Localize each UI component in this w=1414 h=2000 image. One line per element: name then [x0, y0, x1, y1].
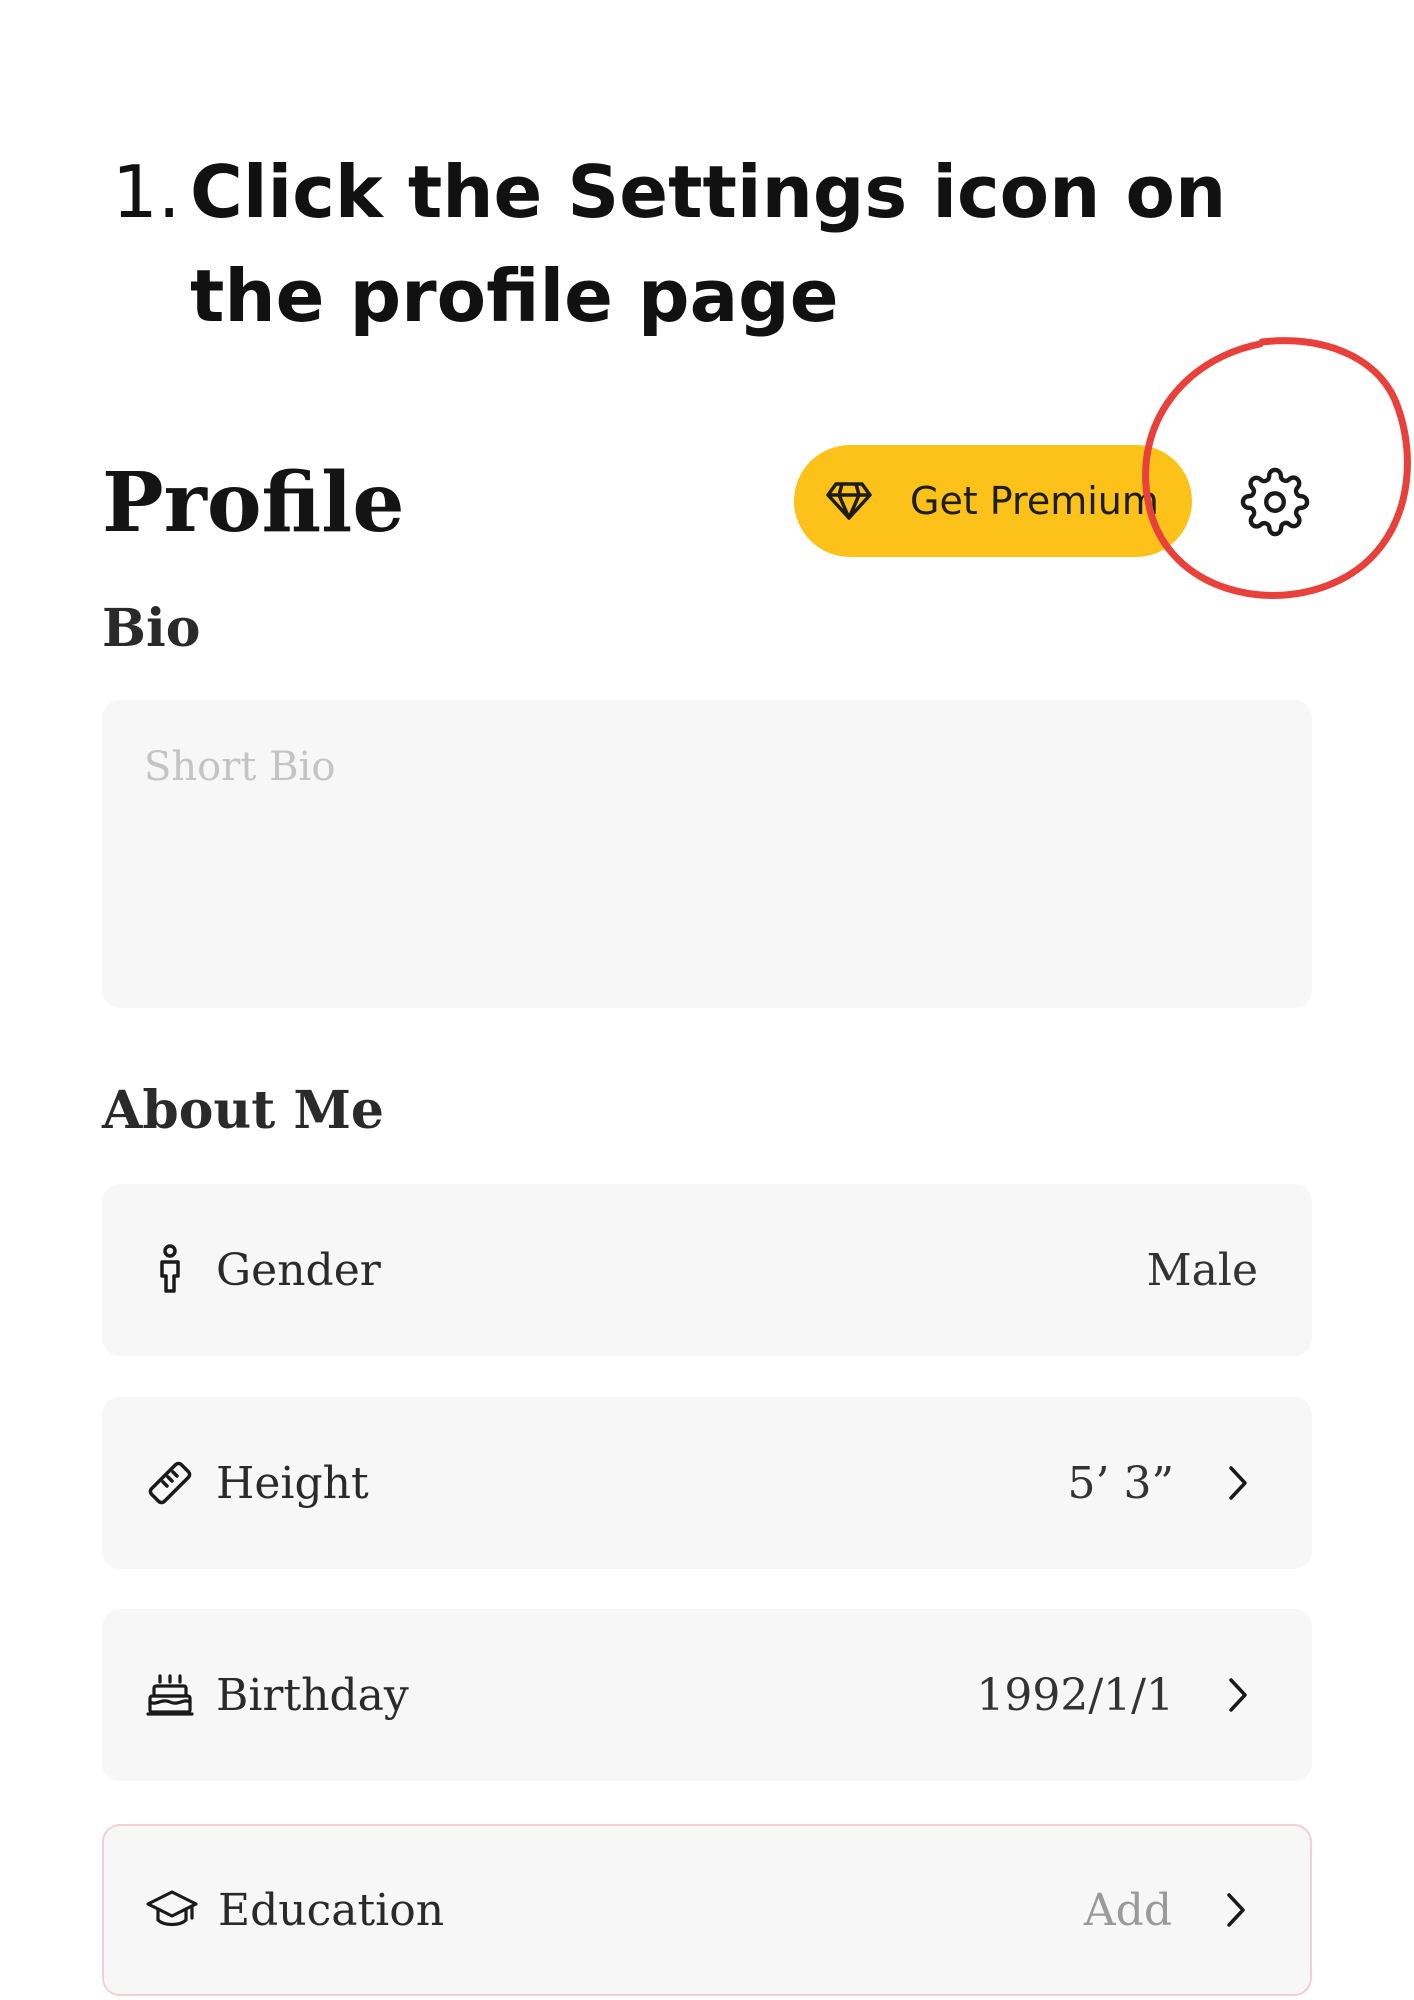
get-premium-button[interactable]: Get Premium — [794, 445, 1192, 557]
height-value: 5’ 3” — [1067, 1457, 1174, 1509]
instruction-text: Click the Settings icon on the profile p… — [190, 150, 1227, 338]
instruction-number: 1. — [112, 150, 181, 234]
height-label: Height — [216, 1457, 369, 1509]
person-icon — [144, 1244, 196, 1296]
birthday-label: Birthday — [216, 1669, 409, 1721]
about-me-section-label: About Me — [102, 1080, 384, 1141]
bio-section-label: Bio — [102, 598, 201, 659]
chevron-right-icon — [1216, 1890, 1256, 1930]
cake-icon — [144, 1669, 196, 1721]
birthday-value: 1992/1/1 — [976, 1669, 1174, 1721]
ruler-icon — [144, 1457, 196, 1509]
education-add-value: Add — [1083, 1884, 1172, 1936]
settings-button[interactable] — [1236, 463, 1314, 541]
page-title: Profile — [102, 455, 405, 551]
about-row-height[interactable]: Height 5’ 3” — [102, 1397, 1312, 1569]
diamond-icon — [824, 476, 874, 526]
about-row-education[interactable]: Education Add — [102, 1824, 1312, 1996]
gender-value: Male — [1146, 1244, 1258, 1296]
chevron-right-icon — [1218, 1463, 1258, 1503]
graduation-cap-icon — [146, 1884, 198, 1936]
about-row-gender: Gender Male — [102, 1184, 1312, 1356]
chevron-right-icon — [1218, 1675, 1258, 1715]
education-label: Education — [218, 1884, 445, 1936]
gender-label: Gender — [216, 1244, 381, 1296]
about-row-birthday[interactable]: Birthday 1992/1/1 — [102, 1609, 1312, 1781]
instruction-heading: 1. Click the Settings icon on the profil… — [112, 140, 1332, 348]
gear-icon — [1240, 467, 1310, 537]
get-premium-label: Get Premium — [910, 479, 1159, 523]
short-bio-input[interactable] — [102, 700, 1312, 1008]
